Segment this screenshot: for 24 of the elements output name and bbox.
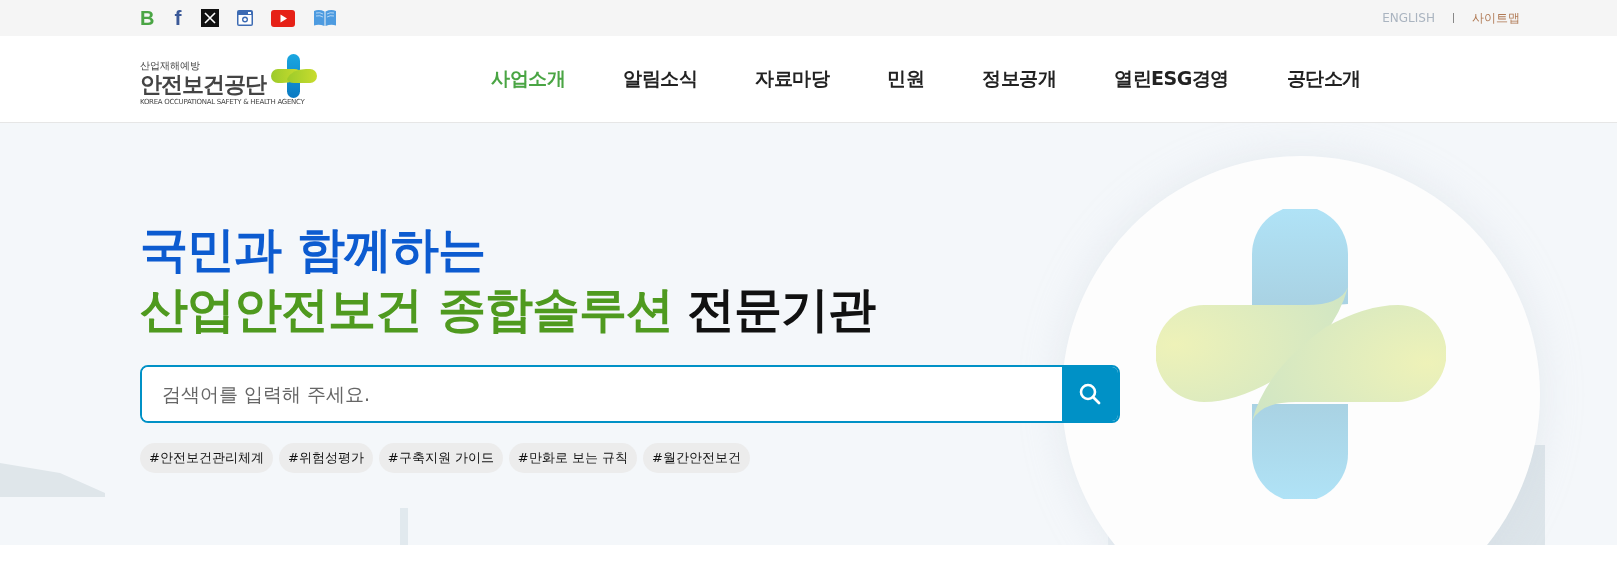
nav-menu-item[interactable]: 정보공개: [953, 66, 1085, 92]
headline: 국민과 함께하는: [140, 220, 486, 279]
nav-menu-item[interactable]: 알림소식: [594, 66, 726, 92]
hashtag-link[interactable]: #월간안전보건: [643, 443, 750, 473]
nav-menu-item[interactable]: 공단소개: [1257, 66, 1390, 92]
hashtag-link[interactable]: #위험성평가: [278, 443, 373, 473]
play-icon[interactable]: [271, 9, 296, 27]
nav-menu-item[interactable]: 자료마당: [726, 66, 858, 92]
hashtag-link[interactable]: #구축지원 가이드: [378, 443, 503, 473]
x-logo-icon[interactable]: [201, 9, 220, 27]
cross-logo-icon[interactable]: [270, 51, 318, 100]
search-button[interactable]: [1062, 367, 1118, 421]
headline-highlight: 산업안전보건 종합솔루션: [140, 280, 673, 339]
logo-name[interactable]: 안전보건공단: [140, 71, 266, 98]
camera-icon[interactable]: [237, 10, 254, 26]
search-icon: [1078, 382, 1102, 406]
logo-tagline: 산업재해예방: [140, 59, 200, 72]
facebook-link[interactable]: f: [172, 8, 184, 28]
nav-menu-item[interactable]: 민원: [858, 66, 953, 92]
headline: 전문기관: [686, 280, 875, 339]
book-icon[interactable]: [313, 9, 338, 27]
nav-menu-item[interactable]: 열린ESG경영: [1085, 66, 1258, 92]
hashtag-link[interactable]: #만화로 보는 규칙: [508, 443, 637, 473]
hashtag-link[interactable]: #안전보건관리체계: [140, 443, 273, 473]
